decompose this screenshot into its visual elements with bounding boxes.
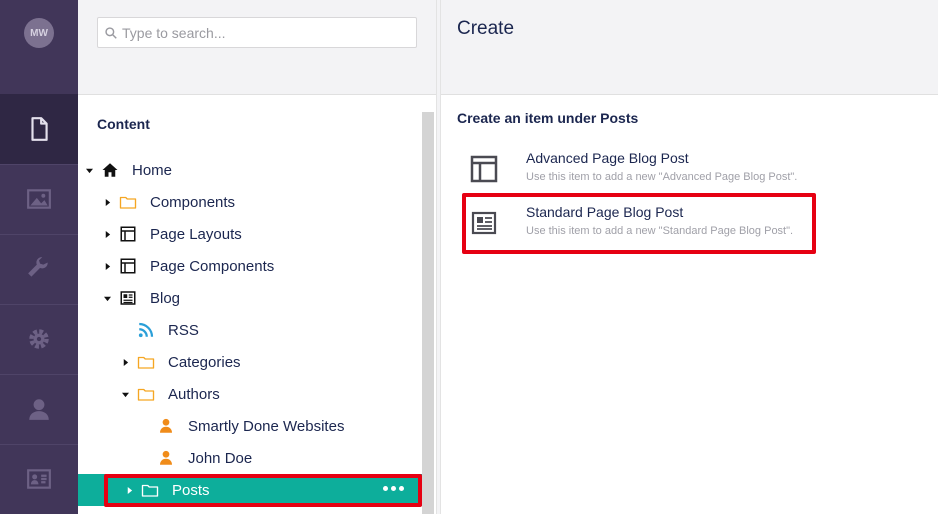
tree-node-components[interactable]: Components (102, 186, 235, 218)
caret-down-icon[interactable] (120, 389, 130, 399)
caret-right-icon[interactable] (102, 229, 112, 239)
nav-settings[interactable] (0, 304, 78, 374)
tree-node-smartly-done-websites[interactable]: Smartly Done Websites (140, 410, 344, 442)
caret-down-icon[interactable] (102, 293, 112, 303)
nav-content[interactable] (0, 94, 78, 164)
caret-spacer (140, 453, 150, 463)
caret-spacer (140, 421, 150, 431)
layout-icon (470, 155, 498, 183)
tree-node-label: RSS (168, 321, 199, 339)
folder-icon (140, 480, 160, 500)
tree-node-label: Smartly Done Websites (188, 417, 345, 435)
option-description: Use this item to add a new "Standard Pag… (526, 225, 794, 237)
user-icon (29, 399, 49, 420)
search-input[interactable] (122, 24, 412, 41)
create-panel: Create Create an item under Posts Advanc… (441, 0, 938, 514)
tree-node-home[interactable]: Home (84, 154, 172, 186)
folder-icon (136, 384, 156, 404)
tree-node-label: Categories (168, 353, 241, 371)
document-icon (31, 117, 48, 141)
tree-node-page-components[interactable]: Page Components (102, 250, 274, 282)
tree-node-label: Page Components (150, 257, 275, 275)
tree-node-label: Page Layouts (150, 225, 242, 243)
caret-right-icon[interactable] (120, 357, 130, 367)
wrench-icon (28, 257, 48, 277)
tree-node-rss[interactable]: RSS (120, 314, 199, 346)
tree-node-posts[interactable]: Posts (78, 474, 422, 506)
nav-tools[interactable] (0, 234, 78, 304)
nav-members[interactable] (0, 444, 78, 514)
tree-title: Content (97, 116, 150, 132)
tree-node-label: Posts (172, 481, 210, 499)
caret-down-icon[interactable] (84, 165, 94, 175)
option-standard-page-blog-post[interactable]: Standard Page Blog Post Use this item to… (463, 204, 903, 250)
create-subtitle: Create an item under Posts (457, 110, 639, 126)
folder-icon (136, 352, 156, 372)
search-box[interactable] (97, 17, 417, 48)
tree-node-label: Blog (150, 289, 181, 307)
user-area: MW (0, 0, 78, 64)
article-icon (471, 211, 497, 235)
page-title: Create (457, 18, 515, 39)
app: MW Cont (0, 0, 938, 514)
id-card-icon (27, 469, 51, 489)
option-advanced-page-blog-post[interactable]: Advanced Page Blog Post Use this item to… (463, 150, 903, 196)
gear-icon (29, 329, 49, 349)
tree-node-page-layouts[interactable]: Page Layouts (102, 218, 242, 250)
caret-right-icon[interactable] (124, 485, 134, 495)
tree-header (78, 0, 436, 95)
tree-node-categories[interactable]: Categories (120, 346, 241, 378)
tree-node-john-doe[interactable]: John Doe (140, 442, 252, 474)
author-icon (156, 416, 176, 436)
more-actions-icon[interactable] (383, 486, 404, 491)
tree-node-label: John Doe (188, 449, 253, 467)
tree-node-authors[interactable]: Authors (120, 378, 220, 410)
tree-scrollbar[interactable] (422, 112, 434, 514)
main-nav-rail: MW (0, 0, 78, 514)
tree-node-label: Authors (168, 385, 220, 403)
avatar[interactable]: MW (24, 18, 54, 48)
tree-node-label: Home (132, 161, 173, 179)
blog-icon (118, 288, 138, 308)
tree-node-label: Components (150, 193, 236, 211)
home-icon (100, 160, 120, 180)
search-icon (105, 26, 117, 39)
nav-media[interactable] (0, 164, 78, 234)
author-icon (156, 448, 176, 468)
tree-node-blog[interactable]: Blog (102, 282, 180, 314)
folder-icon (118, 192, 138, 212)
option-description: Use this item to add a new "Advanced Pag… (526, 171, 798, 183)
nav-users[interactable] (0, 374, 78, 444)
caret-right-icon[interactable] (102, 261, 112, 271)
option-name: Advanced Page Blog Post (526, 150, 689, 166)
rss-icon (136, 320, 156, 340)
layout-icon (118, 256, 138, 276)
image-icon (27, 189, 51, 209)
caret-right-icon[interactable] (102, 197, 112, 207)
caret-spacer (120, 325, 130, 335)
content-tree-panel: Content Home Components Page Layouts Page C… (78, 0, 436, 514)
option-name: Standard Page Blog Post (526, 204, 684, 220)
layout-icon (118, 224, 138, 244)
create-header: Create (441, 0, 938, 95)
